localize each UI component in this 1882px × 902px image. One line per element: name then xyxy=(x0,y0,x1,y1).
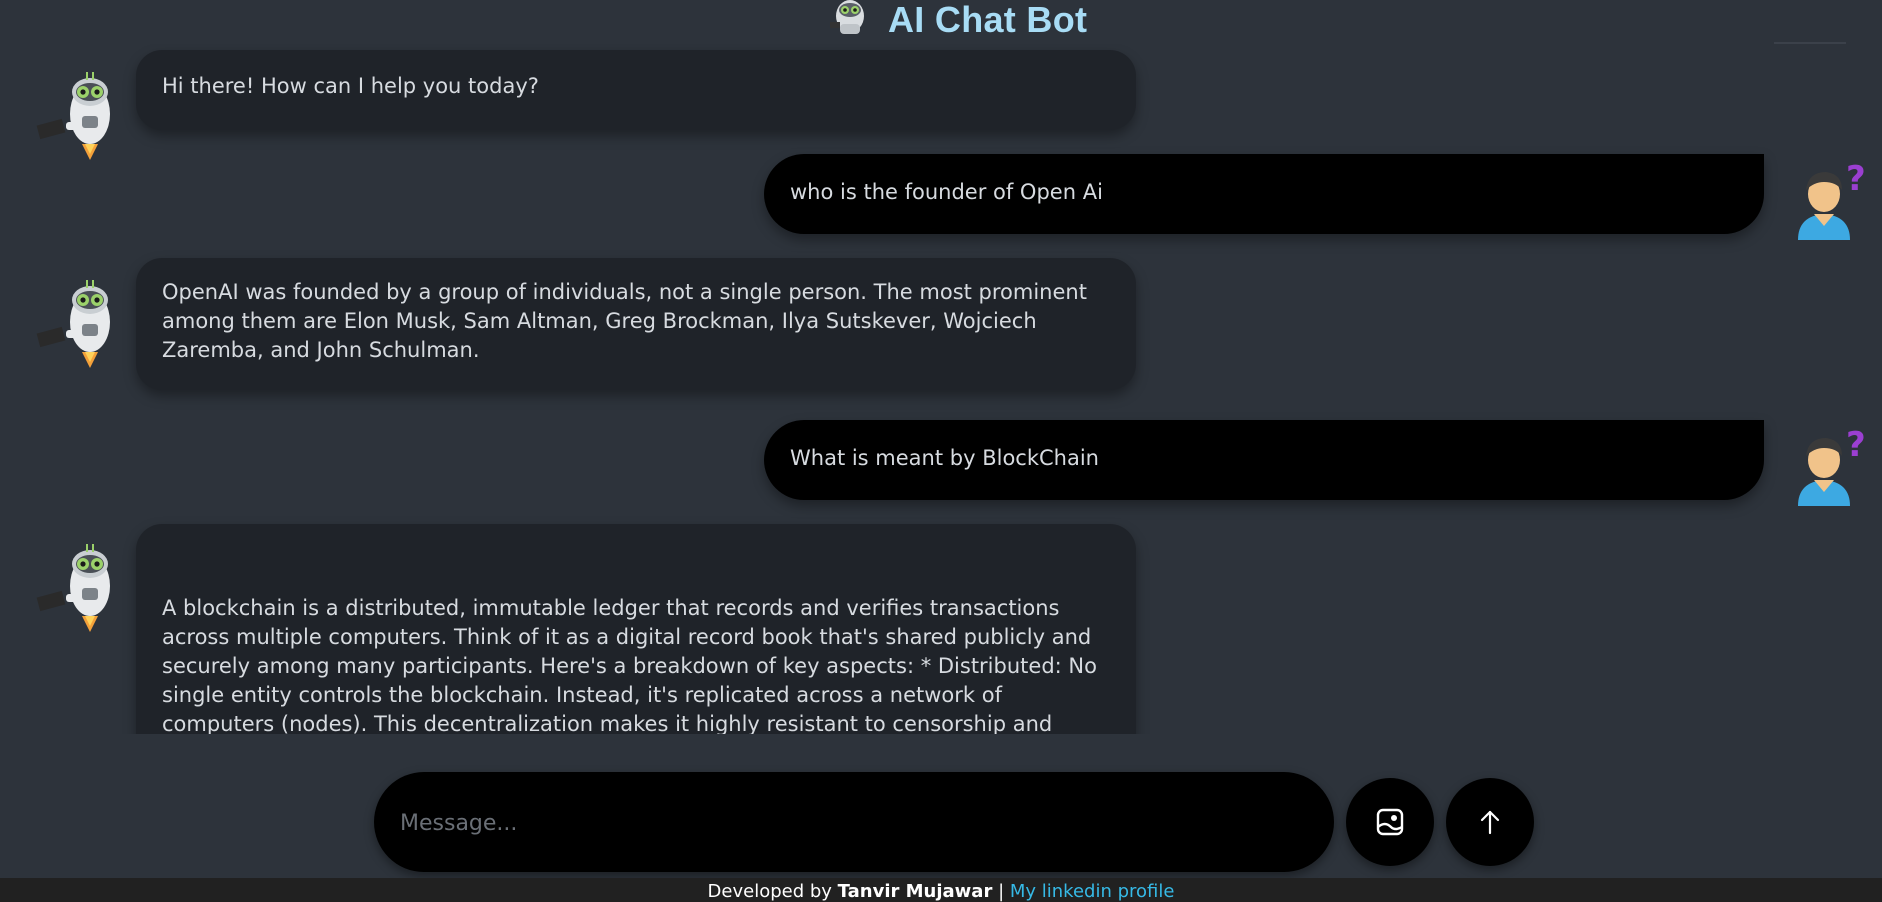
robot-logo-icon xyxy=(830,0,864,34)
image-upload-icon xyxy=(1376,808,1404,836)
user-message-text: What is meant by BlockChain xyxy=(790,446,1099,470)
robot-icon xyxy=(36,72,110,160)
svg-text:?: ? xyxy=(1846,160,1866,199)
bot-message-bubble: Hi there! How can I help you today? xyxy=(136,50,1136,130)
user-question-icon: ? xyxy=(1798,160,1866,240)
footer-author: Tanvir Mujawar xyxy=(837,881,993,902)
footer-separator: | xyxy=(992,881,1010,902)
bot-message-bubble: A blockchain is a distributed, immutable… xyxy=(136,524,1136,734)
app-title: AI Chat Bot xyxy=(888,0,1088,40)
user-message-text: who is the founder of Open Ai xyxy=(790,180,1103,204)
svg-text:?: ? xyxy=(1846,426,1866,465)
user-question-icon: ? xyxy=(1798,426,1866,506)
user-message-bubble: who is the founder of Open Ai xyxy=(764,154,1764,234)
header: AI Chat Bot xyxy=(0,0,1882,40)
image-upload-button[interactable] xyxy=(1346,778,1434,866)
robot-icon xyxy=(36,544,110,632)
bot-message-bubble: OpenAI was founded by a group of individ… xyxy=(136,258,1136,390)
bot-message-text: Hi there! How can I help you today? xyxy=(162,74,539,98)
footer-prefix: Developed by xyxy=(707,881,838,902)
arrow-up-icon xyxy=(1480,810,1500,835)
user-message-bubble: What is meant by BlockChain xyxy=(764,420,1764,500)
message-input[interactable] xyxy=(398,798,1302,848)
chat-page: AI Chat Bot Hi there! How can I help you… xyxy=(0,0,1882,902)
message-composer xyxy=(374,772,1334,872)
robot-icon xyxy=(36,280,110,368)
linkedin-link[interactable]: My linkedin profile xyxy=(1010,881,1175,902)
footer: Developed by Tanvir Mujawar | My linkedi… xyxy=(0,878,1882,902)
header-brand: AI Chat Bot xyxy=(826,0,1087,42)
bot-message-text: A blockchain is a distributed, immutable… xyxy=(162,596,1097,734)
send-button[interactable] xyxy=(1446,778,1534,866)
bot-message-text: OpenAI was founded by a group of individ… xyxy=(162,280,1087,362)
chat-area[interactable]: Hi there! How can I help you today? who … xyxy=(0,44,1882,734)
